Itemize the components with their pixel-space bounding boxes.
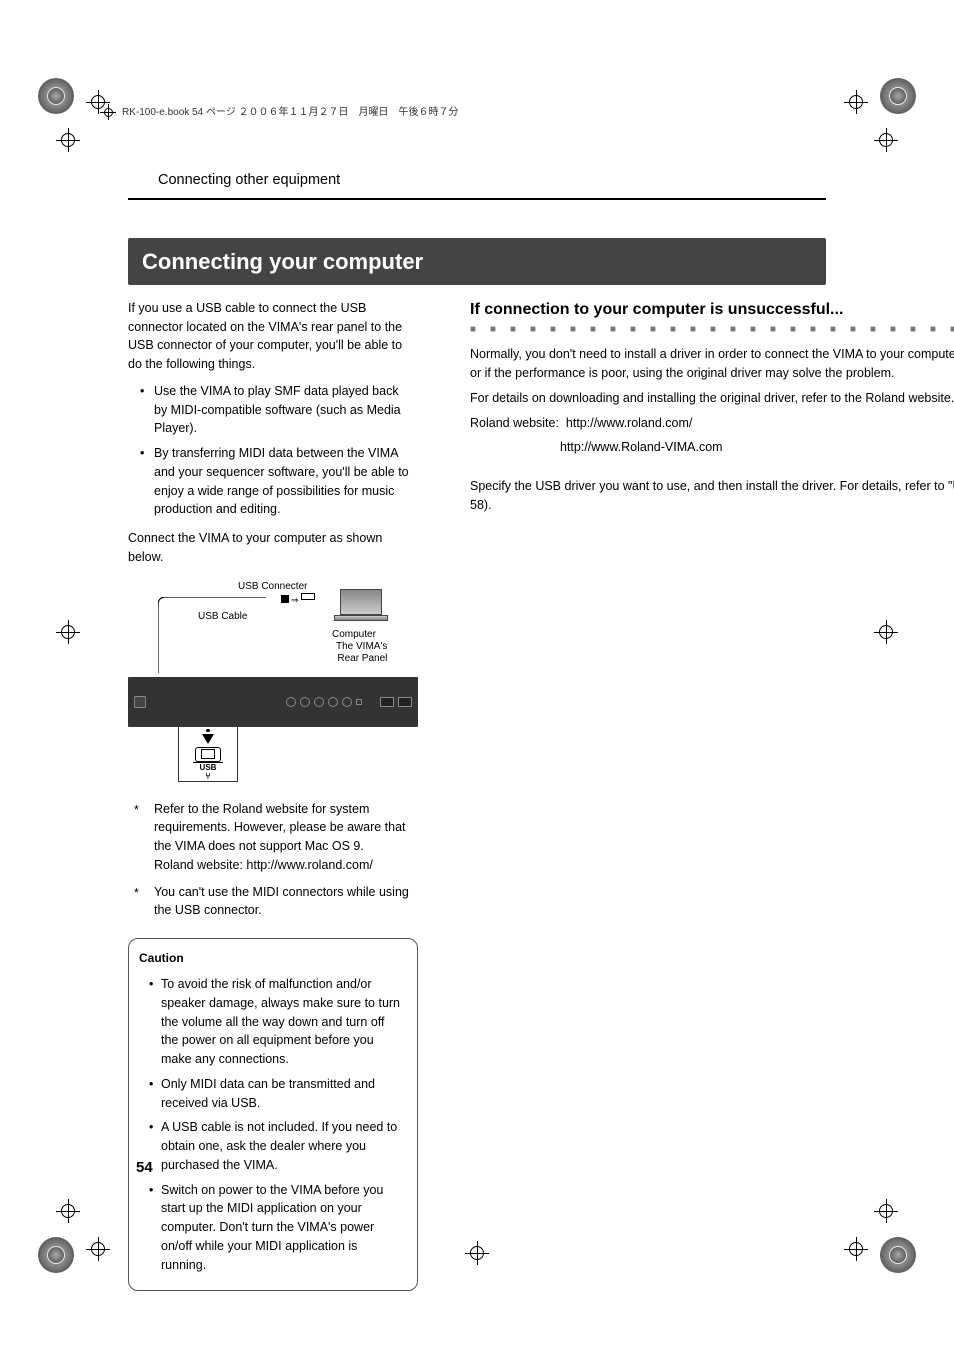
body-text: For details on downloading and installin… bbox=[470, 389, 954, 408]
registration-mark-icon bbox=[86, 1237, 110, 1261]
footnote-list: Refer to the Roland website for system r… bbox=[128, 800, 418, 921]
list-item: Only MIDI data can be transmitted and re… bbox=[139, 1075, 407, 1113]
computer-icon bbox=[334, 589, 388, 625]
url-text: http://www.roland.com/ bbox=[566, 416, 692, 430]
list-item: Use the VIMA to play SMF data played bac… bbox=[128, 382, 418, 438]
diagram-label: USB Cable bbox=[198, 609, 247, 624]
list-item: By transferring MIDI data between the VI… bbox=[128, 444, 418, 519]
usb-port-callout: USB⑂ bbox=[178, 726, 238, 782]
crop-mark-icon bbox=[38, 78, 74, 114]
registration-mark-icon bbox=[56, 128, 80, 152]
breadcrumb: Connecting other equipment bbox=[128, 170, 826, 192]
usb-connector-icon: ⇒ bbox=[268, 593, 328, 601]
crop-mark-icon bbox=[38, 1237, 74, 1273]
body-text: Specify the USB driver you want to use, … bbox=[470, 477, 954, 515]
registration-mark-icon bbox=[874, 128, 898, 152]
registration-mark-icon bbox=[56, 620, 80, 644]
diagram-label: Rear Panel bbox=[336, 653, 387, 665]
usb-trident-icon: ⑂ bbox=[205, 771, 210, 781]
intro-bullet-list: Use the VIMA to play SMF data played bac… bbox=[128, 382, 418, 519]
page-title: Connecting your computer bbox=[128, 238, 826, 285]
list-item: To avoid the risk of malfunction and/or … bbox=[139, 975, 407, 1069]
intro-text: If you use a USB cable to connect the US… bbox=[128, 299, 418, 374]
list-item: Switch on power to the VIMA before you s… bbox=[139, 1181, 407, 1275]
url-text: http://www.Roland-VIMA.com bbox=[470, 438, 954, 457]
body-text: Normally, you don't need to install a dr… bbox=[470, 345, 954, 383]
diagram-label: USB Connecter bbox=[238, 579, 307, 594]
caution-box: Caution To avoid the risk of malfunction… bbox=[128, 938, 418, 1291]
section-heading: If connection to your computer is unsucc… bbox=[470, 299, 954, 321]
page-number: 54 bbox=[136, 1157, 153, 1180]
diagram-label: The VIMA's bbox=[336, 641, 387, 653]
list-item: A USB cable is not included. If you need… bbox=[139, 1118, 407, 1174]
book-header-text: RK-100-e.book 54 ページ ２００６年１１月２７日 月曜日 午後６… bbox=[122, 105, 459, 120]
connect-instruction: Connect the VIMA to your computer as sho… bbox=[128, 529, 418, 567]
rear-panel-graphic bbox=[128, 677, 418, 727]
list-item: Refer to the Roland website for system r… bbox=[128, 800, 418, 875]
divider bbox=[128, 198, 826, 200]
dotted-rule: ■ ■ ■ ■ ■ ■ ■ ■ ■ ■ ■ ■ ■ ■ ■ ■ ■ ■ ■ ■ … bbox=[470, 323, 954, 333]
registration-mark-icon bbox=[56, 1199, 80, 1223]
caution-title: Caution bbox=[139, 949, 407, 967]
list-item: You can't use the MIDI connectors while … bbox=[128, 883, 418, 921]
usb-port-icon bbox=[195, 747, 221, 762]
arrow-down-icon bbox=[202, 734, 214, 744]
diagram-label: Computer bbox=[332, 627, 376, 642]
crop-mark-icon bbox=[880, 78, 916, 114]
roland-website-label: Roland website: bbox=[470, 416, 559, 430]
connection-diagram: USB Connecter ⇒ USB Cable Computer The V… bbox=[128, 579, 418, 782]
book-header-line: RK-100-e.book 54 ページ ２００６年１１月２７日 月曜日 午後６… bbox=[100, 104, 854, 120]
body-text: Roland website: http://www.roland.com/ bbox=[470, 414, 954, 433]
